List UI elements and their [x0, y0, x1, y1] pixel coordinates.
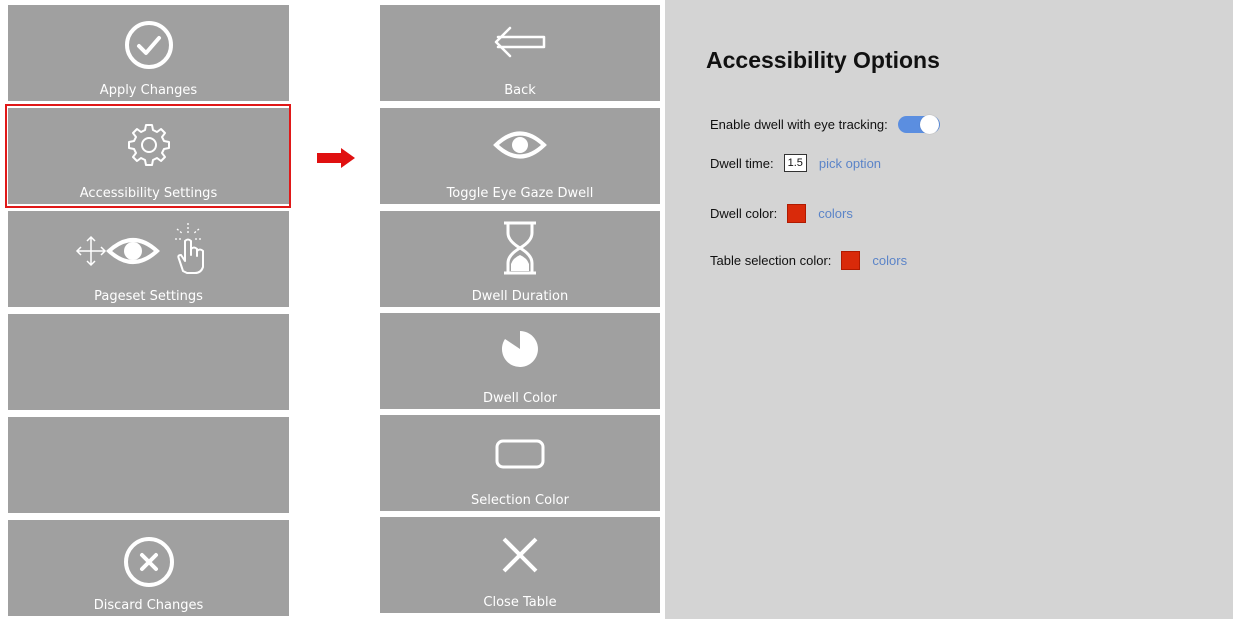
- dwell-duration-button[interactable]: Dwell Duration: [380, 211, 660, 307]
- move-eye-tap-icon: [75, 223, 204, 274]
- back-button[interactable]: Back: [380, 5, 660, 101]
- gear-icon: [127, 124, 170, 166]
- close-table-button[interactable]: Close Table: [380, 517, 660, 613]
- dwell-toggle-row: Enable dwell with eye tracking:: [710, 115, 940, 134]
- dwell-color-label: Dwell Color: [483, 391, 557, 406]
- x-circle-icon: [123, 537, 174, 587]
- empty-tile[interactable]: [8, 314, 289, 410]
- pageset-settings-label: Pageset Settings: [94, 289, 203, 304]
- empty-tile[interactable]: [8, 417, 289, 513]
- hourglass-icon: [504, 221, 536, 275]
- panel-title: Accessibility Options: [706, 47, 940, 73]
- table-color-label: Table selection color:: [710, 253, 832, 268]
- pageset-settings-button[interactable]: Pageset Settings: [8, 211, 289, 307]
- dwell-time-input[interactable]: 1.5: [783, 154, 807, 172]
- selection-color-button[interactable]: Selection Color: [380, 415, 660, 511]
- apply-changes-label: Apply Changes: [99, 83, 198, 98]
- accessibility-options-panel: Accessibility Options Enable dwell with …: [665, 0, 1233, 619]
- app-root: Apply Changes Accessibility Settings Pag…: [0, 0, 1233, 619]
- pick-option-link[interactable]: pick option: [819, 156, 881, 171]
- dwell-color-swatch[interactable]: [787, 204, 807, 223]
- table-color-swatch[interactable]: [841, 251, 861, 270]
- pie-icon: [501, 331, 538, 367]
- dwell-toggle-label: Enable dwell with eye tracking:: [710, 117, 888, 132]
- dwell-duration-label: Dwell Duration: [471, 289, 569, 304]
- eye-icon: [493, 131, 547, 159]
- discard-changes-label: Discard Changes: [93, 598, 204, 613]
- table-colors-link[interactable]: colors: [872, 253, 907, 268]
- dwell-toggle-switch[interactable]: [897, 115, 940, 134]
- check-circle-icon: [124, 21, 173, 69]
- back-label: Back: [504, 83, 536, 98]
- selection-color-label: Selection Color: [471, 493, 569, 508]
- toggle-eye-gaze-dwell-label: Toggle Eye Gaze Dwell: [446, 186, 594, 201]
- dwell-color-label: Dwell color:: [710, 206, 778, 221]
- toggle-knob: [919, 115, 939, 134]
- dwell-time-row: Dwell time: 1.5 pick option: [710, 154, 881, 172]
- dwell-time-label: Dwell time:: [710, 155, 774, 171]
- toggle-eye-gaze-dwell-button[interactable]: Toggle Eye Gaze Dwell: [380, 108, 660, 204]
- discard-changes-button[interactable]: Discard Changes: [8, 520, 289, 616]
- table-color-row: Table selection color: colors: [710, 251, 907, 270]
- close-table-label: Close Table: [483, 595, 557, 610]
- right-arrow-icon: [317, 148, 355, 168]
- dwell-color-row: Dwell color: colors: [710, 204, 853, 223]
- dwell-color-button[interactable]: Dwell Color: [380, 313, 660, 409]
- rounded-rect-icon: [495, 439, 545, 469]
- x-icon: [502, 537, 538, 573]
- apply-changes-button[interactable]: Apply Changes: [8, 5, 289, 101]
- back-arrow-icon: [494, 26, 546, 58]
- accessibility-settings-button[interactable]: Accessibility Settings: [8, 108, 289, 204]
- dwell-colors-link[interactable]: colors: [818, 206, 853, 221]
- accessibility-settings-label: Accessibility Settings: [79, 186, 218, 201]
